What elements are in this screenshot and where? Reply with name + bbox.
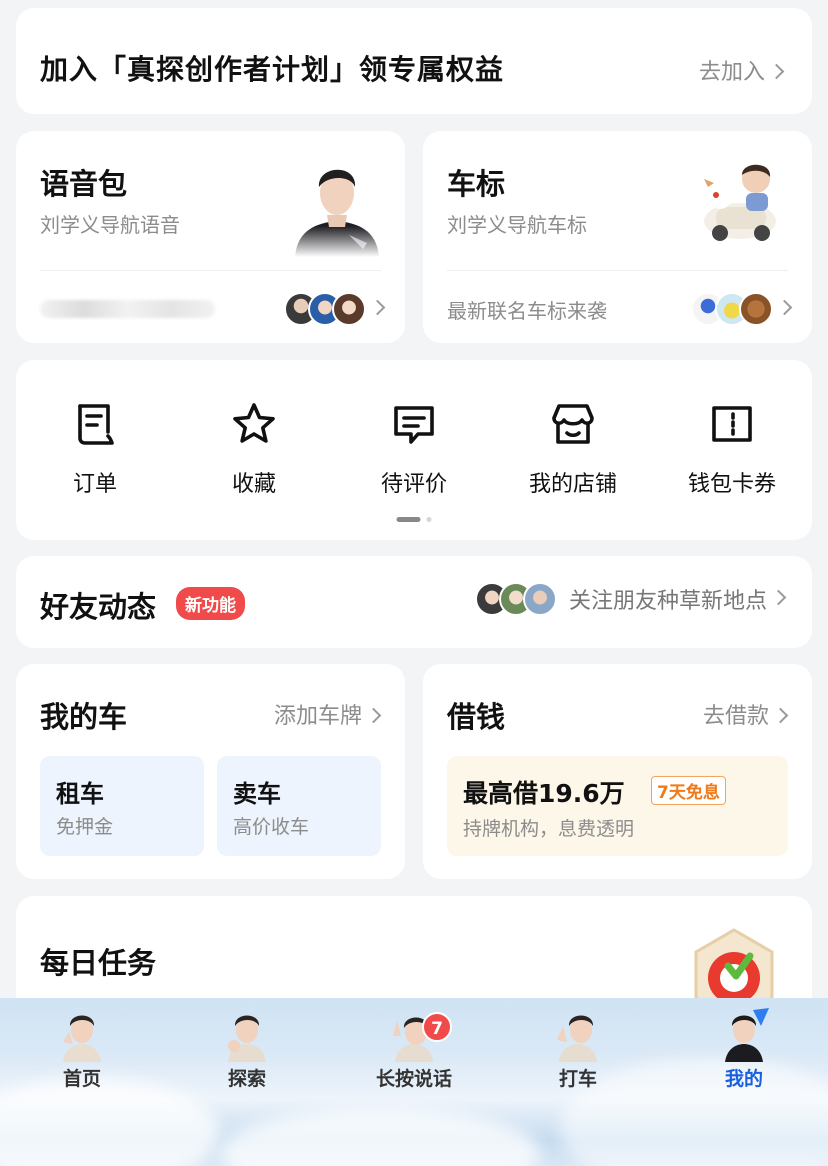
voice-pack-title: 语音包	[40, 167, 128, 201]
tile-title: 卖车	[233, 780, 281, 808]
loan-subtitle: 持牌机构，息费透明	[463, 818, 635, 840]
shortcut-label: 收藏	[231, 472, 276, 497]
star-icon	[233, 403, 275, 443]
creator-plan-title: 加入「真探创作者计划」领专属权益	[40, 53, 505, 86]
store-icon	[552, 404, 594, 444]
avatar	[739, 292, 773, 326]
tab-taxi[interactable]: 打车	[528, 1006, 628, 1091]
shortcut-wallet[interactable]: 钱包卡券	[672, 400, 792, 498]
tab-mine[interactable]: 我的	[694, 1006, 794, 1091]
chevron-right-icon	[770, 589, 787, 605]
chevron-right-icon	[365, 707, 382, 723]
chevron-right-icon	[768, 63, 785, 79]
badge-avatars	[691, 292, 773, 326]
ticket-icon	[712, 406, 752, 442]
borrow-label: 去借款	[702, 704, 769, 729]
join-label: 去加入	[698, 60, 765, 85]
shortcut-label: 钱包卡券	[687, 472, 776, 497]
chevron-right-icon	[772, 707, 789, 723]
avatar	[725, 1008, 769, 1062]
borrow-button[interactable]: 去借款	[702, 698, 789, 730]
voice-pack-card[interactable]: 语音包 刘学义导航语音	[16, 131, 405, 343]
avatar	[522, 582, 557, 616]
avatar	[332, 292, 366, 326]
notification-badge: 7	[422, 1012, 452, 1042]
shortcut-label: 待评价	[380, 472, 447, 497]
my-car-title: 我的车	[40, 700, 128, 734]
avatar	[557, 1015, 597, 1062]
tab-label: 探索	[227, 1068, 266, 1090]
follow-friends-link[interactable]: 关注朋友种草新地点	[474, 582, 787, 616]
tile-subtitle: 高价收车	[233, 816, 310, 838]
interest-free-tag: 7天免息	[651, 776, 726, 805]
loan-card: 借钱 去借款 最高借19.6万 7天免息 持牌机构，息费透明	[423, 664, 812, 879]
tab-label: 长按说话	[375, 1068, 452, 1090]
voice-pack-footer[interactable]	[40, 291, 386, 327]
shortcut-label: 订单	[72, 472, 117, 497]
shortcut-label: 我的店铺	[528, 472, 617, 497]
loan-offer-box[interactable]: 最高借19.6万 7天免息 持牌机构，息费透明	[447, 756, 788, 856]
divider	[447, 270, 788, 271]
blurred-text-placeholder	[40, 300, 215, 318]
comment-icon	[394, 406, 434, 444]
cloud-decoration	[0, 1078, 220, 1166]
tile-title: 租车	[56, 780, 104, 808]
car-badge-footer[interactable]: 最新联名车标来袭	[447, 291, 793, 327]
tab-explore[interactable]: 探索	[197, 1006, 297, 1091]
bottom-tab-bar: 首页 探索 7 长按说话 打车 我的	[0, 998, 828, 1166]
shortcut-orders[interactable]: 订单	[35, 400, 155, 498]
tab-home[interactable]: 首页	[32, 1006, 132, 1091]
new-feature-badge: 新功能	[176, 587, 245, 620]
car-badge-title: 车标	[447, 167, 506, 201]
avatar	[228, 1015, 266, 1062]
tile-subtitle: 免押金	[56, 816, 114, 838]
avatar	[63, 1015, 101, 1062]
voice-pack-subtitle: 刘学义导航语音	[40, 213, 180, 237]
sell-car-tile[interactable]: 卖车 高价收车	[217, 756, 381, 856]
chevron-right-icon	[776, 299, 793, 315]
join-button[interactable]: 去加入	[698, 54, 785, 86]
tab-label: 打车	[558, 1068, 597, 1090]
shortcut-favorites[interactable]: 收藏	[194, 400, 314, 498]
page-dot-active	[396, 517, 421, 522]
loan-title: 借钱	[447, 700, 506, 734]
daily-tasks-title: 每日任务	[40, 946, 157, 980]
divider	[40, 270, 381, 271]
add-plate-button[interactable]: 添加车牌	[273, 698, 382, 730]
tab-label: 首页	[62, 1068, 101, 1090]
my-car-card: 我的车 添加车牌 租车 免押金 卖车 高价收车	[16, 664, 405, 879]
shortcut-pending-review[interactable]: 待评价	[354, 400, 474, 498]
friend-avatars	[474, 582, 557, 616]
rent-car-tile[interactable]: 租车 免押金	[40, 756, 204, 856]
page-indicator	[396, 517, 432, 522]
friends-activity-card[interactable]: 好友动态 新功能 关注朋友种草新地点	[16, 556, 812, 648]
follow-friends-text: 关注朋友种草新地点	[568, 589, 767, 614]
celebrity-portrait-image	[287, 153, 387, 257]
cartoon-car-mascot-image	[704, 164, 776, 241]
add-plate-label: 添加车牌	[273, 704, 362, 729]
order-icon	[78, 404, 114, 445]
cloud-decoration	[220, 1108, 540, 1166]
car-badge-card[interactable]: 车标 刘学义导航车标 最新联名车标来袭	[423, 131, 812, 343]
loan-headline: 最高借19.6万	[463, 779, 625, 808]
chevron-right-icon	[369, 299, 386, 315]
car-badge-footer-text: 最新联名车标来袭	[447, 298, 607, 323]
creator-plan-banner[interactable]: 加入「真探创作者计划」领专属权益 去加入	[16, 8, 812, 114]
shortcut-grid: 订单 收藏 待评价 我的店铺 钱包卡券	[16, 360, 812, 540]
tab-voice[interactable]: 7 长按说话	[364, 1006, 464, 1091]
page-dot	[426, 517, 432, 522]
shortcut-my-store[interactable]: 我的店铺	[513, 400, 633, 498]
voice-avatars	[284, 292, 366, 326]
friends-title: 好友动态	[40, 590, 157, 624]
car-badge-subtitle: 刘学义导航车标	[447, 213, 587, 237]
tab-label: 我的	[724, 1068, 763, 1090]
